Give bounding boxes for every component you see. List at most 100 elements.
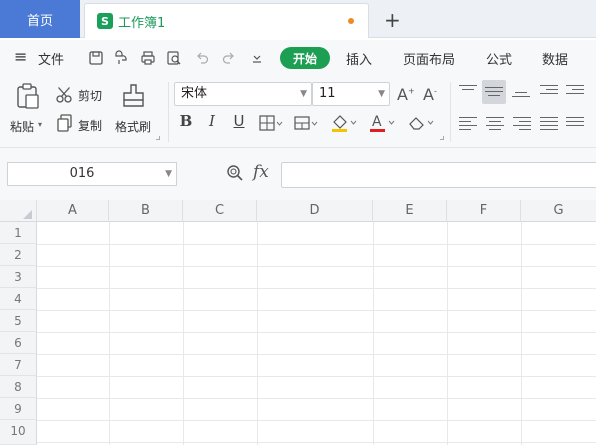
grid-line	[373, 222, 374, 445]
ribbon-separator	[168, 82, 169, 142]
column-header-f[interactable]: F	[447, 200, 521, 222]
column-header-a[interactable]: A	[37, 200, 109, 222]
align-middle-icon[interactable]	[482, 80, 506, 104]
decrease-font-icon[interactable]: A-	[423, 85, 437, 104]
format-painter-brush-icon[interactable]	[120, 82, 148, 110]
row-header-3[interactable]: 3	[0, 266, 37, 288]
font-color-icon[interactable]: A	[368, 113, 396, 133]
clipboard-dialog-launcher-icon[interactable]	[156, 136, 160, 140]
menu-hamburger-icon[interactable]: ≡	[14, 47, 27, 66]
cut-icon[interactable]	[55, 86, 73, 104]
eraser-icon[interactable]	[406, 113, 436, 133]
insert-function-button[interactable]: fx	[253, 162, 269, 182]
row-header-9[interactable]: 9	[0, 398, 37, 420]
row-header-10[interactable]: 10	[0, 420, 37, 445]
chevron-down-icon[interactable]: ▼	[165, 163, 172, 185]
row-header-6[interactable]: 6	[0, 332, 37, 354]
unsaved-dot-icon	[348, 18, 354, 24]
tab-workbook[interactable]: S 工作簿1	[84, 3, 369, 38]
grid-line	[37, 266, 596, 267]
column-header-b[interactable]: B	[109, 200, 183, 222]
chevron-down-icon: ▼	[378, 89, 385, 99]
menu-page-layout[interactable]: 页面布局	[403, 49, 455, 68]
select-all-corner[interactable]	[0, 200, 37, 222]
grid-line	[447, 222, 448, 445]
row-header-4[interactable]: 4	[0, 288, 37, 310]
menu-formulas[interactable]: 公式	[486, 49, 512, 68]
merge-cells-icon[interactable]	[293, 114, 319, 132]
tab-home[interactable]: 首页	[0, 0, 80, 38]
more-icon[interactable]	[249, 50, 265, 66]
grid-line	[37, 288, 596, 289]
align-left-icon[interactable]	[459, 114, 477, 132]
borders-icon[interactable]	[258, 114, 284, 132]
cut-button[interactable]: 剪切	[78, 87, 102, 104]
row-header-8[interactable]: 8	[0, 376, 37, 398]
font-name-select[interactable]: 宋体 ▼	[174, 82, 312, 106]
select-all-icon	[23, 210, 32, 219]
underline-button[interactable]: U	[230, 112, 248, 130]
row-header-5[interactable]: 5	[0, 310, 37, 332]
font-name-value: 宋体	[181, 86, 208, 101]
menu-insert[interactable]: 插入	[346, 49, 372, 68]
zoom-icon[interactable]	[226, 164, 244, 182]
grid-line	[37, 244, 596, 245]
tab-workbook-title: 工作簿1	[118, 15, 166, 31]
paste-icon[interactable]	[14, 82, 42, 110]
chevron-down-icon: ▼	[300, 89, 307, 99]
bold-button[interactable]: B	[177, 112, 195, 130]
formula-input[interactable]	[281, 162, 596, 188]
copy-icon[interactable]	[57, 114, 73, 132]
grid-line	[521, 222, 522, 445]
grid-line	[109, 222, 110, 445]
format-painter-button[interactable]: 格式刷	[115, 118, 151, 135]
paste-button[interactable]: 粘贴	[10, 118, 34, 135]
align-top-icon[interactable]	[459, 82, 477, 100]
increase-font-icon[interactable]: A+	[397, 85, 415, 104]
increase-indent-icon[interactable]	[566, 82, 584, 100]
formula-bar: 016 ▼ fx	[0, 148, 596, 200]
fill-color-icon[interactable]	[330, 113, 358, 133]
name-box[interactable]: 016 ▼	[7, 162, 177, 186]
cell-reference: 016	[69, 166, 95, 181]
menu-data[interactable]: 数据	[542, 49, 568, 68]
justify-icon[interactable]	[540, 114, 558, 132]
spreadsheet-grid[interactable]: A B C D E F G 1 2 3 4 5 6 7 8 9 10	[0, 200, 596, 445]
grid-line	[37, 310, 596, 311]
font-size-select[interactable]: 11 ▼	[312, 82, 390, 106]
row-header-2[interactable]: 2	[0, 244, 37, 266]
menu-bar: ≡ 文件 开始 插入 页面布局 公式 数据	[0, 40, 596, 76]
grid-line	[37, 398, 596, 399]
paste-dropdown-icon[interactable]: ▾	[38, 120, 42, 129]
column-header-c[interactable]: C	[183, 200, 257, 222]
menu-home-tab[interactable]: 开始	[280, 47, 330, 69]
redo-icon[interactable]	[221, 50, 237, 66]
decrease-indent-icon[interactable]	[540, 82, 558, 100]
svg-text:A: A	[372, 114, 382, 130]
font-dialog-launcher-icon[interactable]	[440, 136, 444, 140]
align-right-icon[interactable]	[513, 114, 531, 132]
print-icon[interactable]	[140, 50, 156, 66]
align-bottom-icon[interactable]	[512, 82, 530, 100]
align-center-icon[interactable]	[486, 114, 504, 132]
save-icon[interactable]	[88, 50, 104, 66]
undo-icon[interactable]	[194, 50, 210, 66]
tab-bar: 首页 S 工作簿1 +	[0, 0, 596, 38]
new-tab-button[interactable]: +	[384, 8, 401, 32]
copy-button[interactable]: 复制	[78, 117, 102, 134]
grid-line	[37, 442, 596, 443]
column-header-g[interactable]: G	[521, 200, 596, 222]
column-header-d[interactable]: D	[257, 200, 373, 222]
row-header-7[interactable]: 7	[0, 354, 37, 376]
grid-line	[37, 420, 596, 421]
format-painter-icon[interactable]	[113, 50, 129, 66]
distribute-icon[interactable]	[566, 114, 584, 132]
print-preview-icon[interactable]	[166, 50, 182, 66]
column-header-e[interactable]: E	[373, 200, 447, 222]
italic-button[interactable]: I	[203, 112, 221, 130]
row-header-1[interactable]: 1	[0, 222, 37, 244]
spreadsheet-icon: S	[97, 13, 113, 29]
menu-file[interactable]: 文件	[38, 49, 64, 68]
grid-line	[183, 222, 184, 445]
column-header-row: A B C D E F G	[0, 200, 596, 222]
